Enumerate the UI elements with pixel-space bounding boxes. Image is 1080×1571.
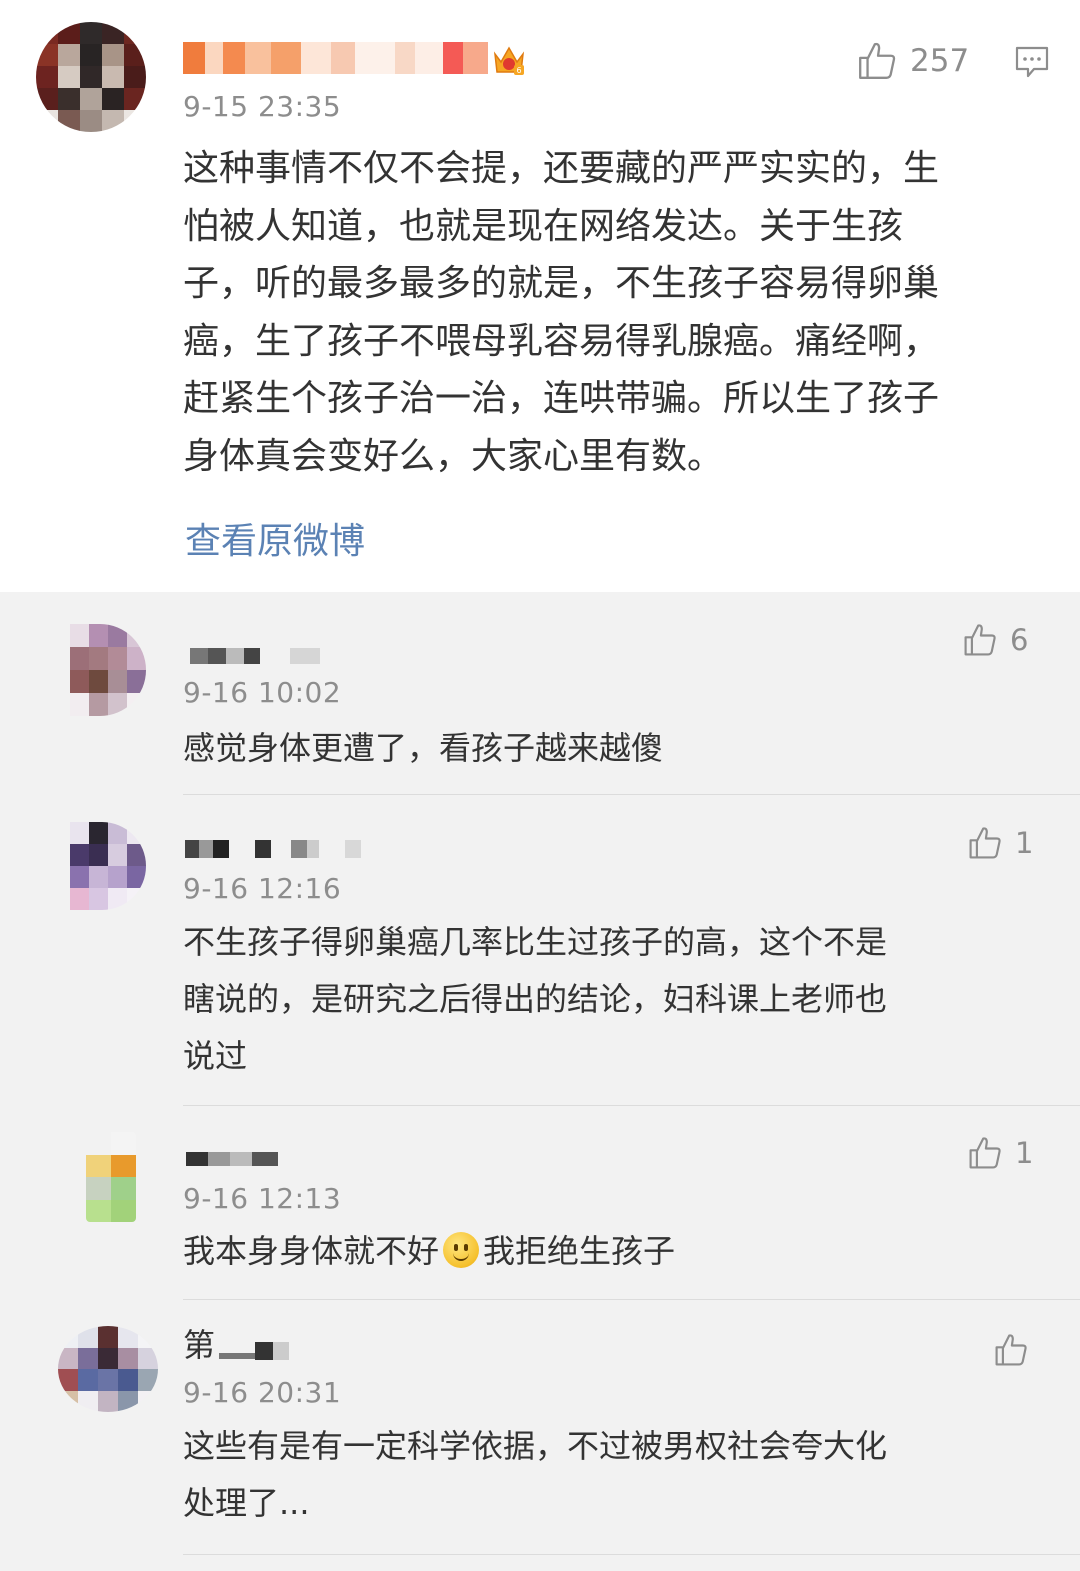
- divider: [183, 1554, 1080, 1555]
- reply-body-text: 我拒绝生孩子: [483, 1232, 676, 1270]
- svg-text:6: 6: [516, 66, 521, 75]
- avatar[interactable]: [86, 1132, 136, 1222]
- replies-list: 9-16 10:02 6 感觉身体更遭了，看孩子越来越傻 9-16 12:16: [0, 592, 1080, 1571]
- like-button[interactable]: 6: [962, 622, 1028, 658]
- reply-body-line: 不生孩子得卵巢癌几率比生过孩子的高，这个不是: [183, 923, 888, 961]
- reply-time: 9-16 12:16: [183, 872, 342, 905]
- reply-body-line: 瞎说的，是研究之后得出的结论，妇科课上老师也: [183, 980, 888, 1018]
- username-blurred[interactable]: 第: [183, 1327, 303, 1363]
- username-blurred[interactable]: [183, 42, 488, 74]
- username-blurred[interactable]: [190, 648, 330, 664]
- divider: [183, 1299, 1080, 1300]
- comment-body-line: 身体真会变好么，大家心里有数。: [183, 435, 724, 477]
- comment-body-line: 这种事情不仅不会提，还要藏的严严实实的，生: [183, 148, 940, 189]
- like-count: 1: [1015, 826, 1034, 860]
- like-count: 6: [1010, 623, 1029, 657]
- reply-time: 9-16 20:31: [183, 1376, 342, 1409]
- avatar[interactable]: [58, 1326, 158, 1412]
- comment-body-line: 癌，生了孩子不喂母乳容易得乳腺癌。痛经啊，: [183, 320, 940, 362]
- like-count: 1: [1015, 1136, 1034, 1170]
- divider: [183, 794, 1080, 795]
- thumbs-up-icon: [995, 1334, 1027, 1366]
- reply-body-line: 处理了...: [183, 1484, 310, 1522]
- reply-body-text: 我本身身体就不好: [183, 1232, 440, 1270]
- thumbs-up-icon: [964, 624, 996, 656]
- reply-body-line: 感觉身体更遭了，看孩子越来越傻: [183, 729, 664, 767]
- view-original-post-link[interactable]: 查看原微博: [185, 512, 365, 564]
- thumbs-up-icon: [969, 827, 1001, 859]
- like-count: 257: [910, 43, 970, 79]
- comment-time: 9-15 23:35: [183, 90, 342, 123]
- username-prefix: 第: [183, 1326, 216, 1364]
- comment-body-line: 子，听的最多最多的就是，不生孩子容易得卵巢: [183, 263, 940, 304]
- username-blurred[interactable]: [186, 1152, 278, 1166]
- reply-body: 我本身身体就不好 我拒绝生孩子: [183, 1223, 675, 1280]
- like-button[interactable]: 257: [856, 40, 969, 82]
- thumbs-up-icon: [859, 42, 896, 79]
- like-button[interactable]: [993, 1332, 1041, 1368]
- avatar[interactable]: [36, 22, 146, 132]
- comment-body-line: 赶紧生个孩子治一治，连哄带骗。所以生了孩子: [183, 378, 940, 419]
- avatar[interactable]: [70, 624, 146, 716]
- reply-time: 9-16 10:02: [183, 676, 342, 709]
- reply-body: 感觉身体更遭了，看孩子越来越傻: [183, 720, 663, 777]
- comment-body: 这种事情不仅不会提，还要藏的严严实实的，生 怕被人知道，也就是现在网络发达。关于…: [183, 140, 939, 485]
- reply-body-line: 这些有是有一定科学依据，不过被男权社会夸大化: [183, 1427, 888, 1465]
- reply-body-line: 说过: [183, 1037, 248, 1075]
- comment-icon[interactable]: [1014, 45, 1050, 79]
- reply-body: 不生孩子得卵巢癌几率比生过孩子的高，这个不是 瞎说的，是研究之后得出的结论，妇科…: [183, 914, 887, 1085]
- comment-body-line: 怕被人知道，也就是现在网络发达。关于生孩: [183, 205, 904, 247]
- main-comment: 6 9-15 23:35 257 这种事情不仅不会提，还要藏的严严实实的，生 怕…: [0, 0, 1080, 592]
- divider: [183, 1105, 1080, 1106]
- thumbs-up-icon: [969, 1137, 1001, 1169]
- like-button[interactable]: 1: [967, 825, 1033, 861]
- username-blurred[interactable]: [185, 840, 365, 858]
- like-button[interactable]: 1: [967, 1135, 1033, 1171]
- smile-emoji-icon: [443, 1232, 480, 1268]
- crown-badge-icon: 6: [493, 46, 525, 75]
- avatar[interactable]: [70, 822, 146, 910]
- reply-body: 这些有是有一定科学依据，不过被男权社会夸大化 处理了...: [183, 1418, 887, 1532]
- reply-time: 9-16 12:13: [183, 1182, 342, 1215]
